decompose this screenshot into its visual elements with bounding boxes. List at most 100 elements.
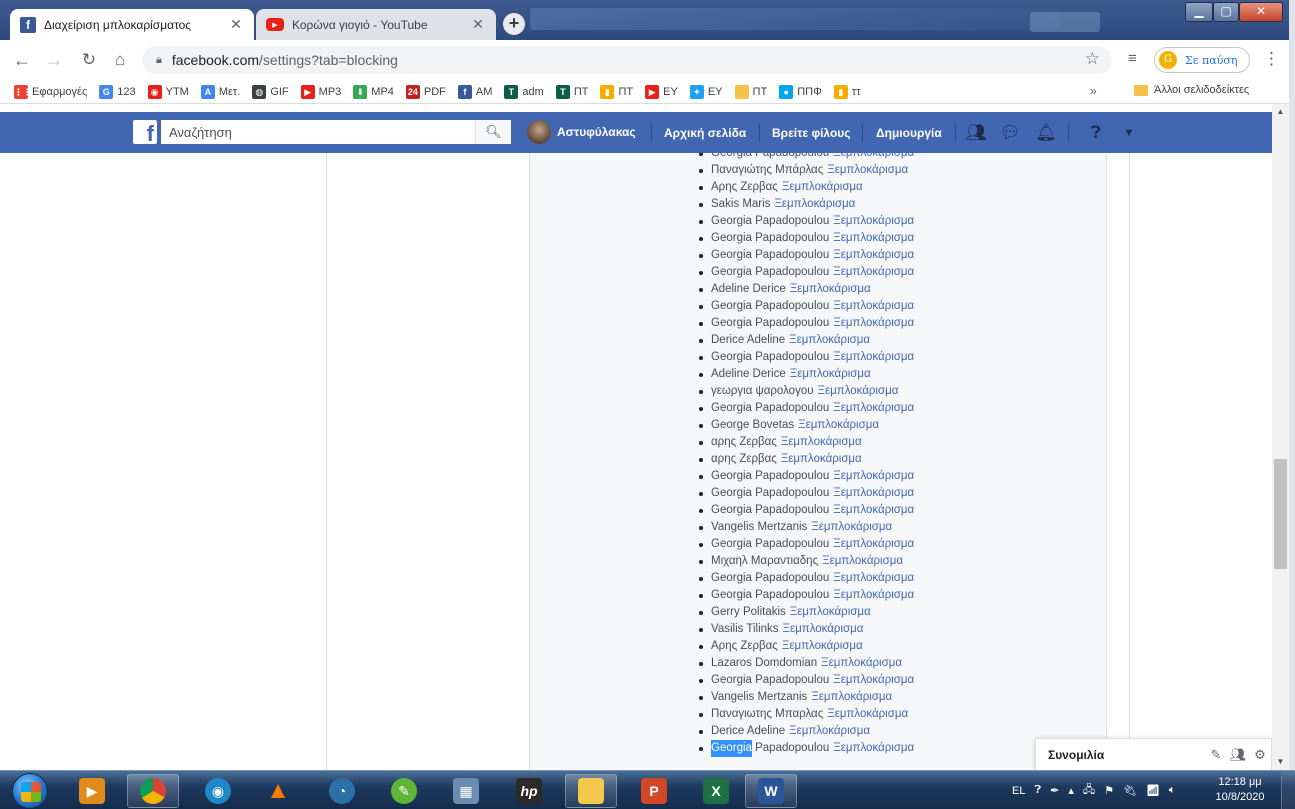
search-input[interactable] <box>161 120 461 144</box>
reading-list-icon[interactable]: ≡ <box>1128 50 1137 67</box>
unblock-link[interactable]: Ξεμπλοκάρισμα <box>811 689 892 706</box>
unblock-link[interactable]: Ξεμπλοκάρισμα <box>833 400 914 417</box>
group-icon[interactable]: 👥︎ <box>1227 747 1249 763</box>
taskbar-app[interactable]: ◔ <box>316 774 368 808</box>
show-desktop-button[interactable] <box>1281 771 1295 809</box>
nav-create-link[interactable]: Δημιουργία <box>876 126 942 140</box>
window-close-button[interactable]: ✕ <box>1239 2 1283 22</box>
chevron-up-icon[interactable]: ▴ <box>1068 784 1074 797</box>
unblock-link[interactable]: Ξεμπλοκάρισμα <box>821 655 902 672</box>
tab-youtube[interactable]: ▶ Κορώνα γιογιό - YouTube ✕ <box>256 9 496 40</box>
close-icon[interactable]: ✕ <box>228 16 244 33</box>
flag-icon[interactable]: ⚑ <box>1104 784 1114 797</box>
scroll-down-arrow-icon[interactable]: ▼ <box>1272 754 1289 770</box>
chat-sidebar-bar[interactable]: Συνομιλία ✎ 👥︎ ⚙ <box>1035 738 1272 770</box>
nav-find-friends-link[interactable]: Βρείτε φίλους <box>772 126 851 140</box>
taskbar-browser[interactable]: ◉ <box>192 774 244 808</box>
unblock-link[interactable]: Ξεμπλοκάρισμα <box>833 672 914 689</box>
taskbar-chrome[interactable] <box>127 774 179 808</box>
help-icon[interactable]: ❓︎ <box>1034 784 1041 797</box>
bookmark-item[interactable]: ● ΠΠΦ <box>779 84 822 99</box>
unblock-link[interactable]: Ξεμπλοκάρισμα <box>811 519 892 536</box>
bookmark-item[interactable]: ✦ ΕΥ <box>689 84 723 99</box>
pen-icon[interactable]: ✒︎ <box>1050 784 1059 797</box>
vertical-scrollbar[interactable]: ▲ ▼ <box>1272 104 1289 770</box>
unblock-link[interactable]: Ξεμπλοκάρισμα <box>781 451 862 468</box>
signal-icon[interactable]: 📶︎ <box>1146 784 1160 797</box>
taskbar-vlc[interactable]: ▲ <box>252 774 304 808</box>
back-arrow-icon[interactable]: ← <box>10 48 34 72</box>
scroll-up-arrow-icon[interactable]: ▲ <box>1272 104 1289 120</box>
unblock-link[interactable]: Ξεμπλοκάρισμα <box>833 349 914 366</box>
bookmark-item[interactable]: T ΠΤ <box>555 84 588 99</box>
volume-icon[interactable]: 🔈︎ <box>1169 784 1176 797</box>
bookmark-item[interactable]: ◍ GIF <box>252 84 289 99</box>
taskbar-hp[interactable]: hp <box>503 774 555 808</box>
unblock-link[interactable]: Ξεμπλοκάρισμα <box>789 723 870 740</box>
profile-link[interactable]: Αστυφύλακας <box>527 120 636 144</box>
compose-icon[interactable]: ✎ <box>1205 747 1227 763</box>
nav-home-link[interactable]: Αρχική σελίδα <box>664 126 746 140</box>
taskbar-powerpoint[interactable]: P <box>628 774 680 808</box>
unblock-link[interactable]: Ξεμπλοκάρισμα <box>789 332 870 349</box>
unblock-link[interactable]: Ξεμπλοκάρισμα <box>833 230 914 247</box>
unblock-link[interactable]: Ξεμπλοκάρισμα <box>833 502 914 519</box>
minimize-button[interactable]: ▁ <box>1185 2 1213 22</box>
unblock-link[interactable]: Ξεμπλοκάρισμα <box>833 587 914 604</box>
unblock-link[interactable]: Ξεμπλοκάρισμα <box>833 247 914 264</box>
address-bar[interactable]: 🔒︎ facebook.com /settings?tab=blocking ☆ <box>142 46 1112 74</box>
start-button[interactable] <box>12 773 48 809</box>
unblock-link[interactable]: Ξεμπλοκάρισμα <box>833 315 914 332</box>
bookmark-item[interactable]: ΠΤ <box>734 84 767 99</box>
messenger-icon[interactable]: 💬︎ <box>999 122 1021 144</box>
bookmark-item[interactable]: ▶ MP3 <box>300 84 341 99</box>
bookmark-item[interactable]: 24 PDF <box>405 84 446 99</box>
clock[interactable]: 12:18 μμ 10/8/2020 <box>1208 775 1272 805</box>
forward-arrow-icon[interactable]: → <box>42 48 66 72</box>
tab-blocking-settings[interactable]: f Διαχείριση μπλοκαρίσματος ✕ <box>10 9 254 40</box>
unblock-link[interactable]: Ξεμπλοκάρισμα <box>833 485 914 502</box>
taskbar-excel[interactable]: X <box>690 774 742 808</box>
bookmark-item[interactable]: ▮ ΠΤ <box>600 84 633 99</box>
unblock-link[interactable]: Ξεμπλοκάρισμα <box>782 638 863 655</box>
friend-requests-icon[interactable]: 👥︎ <box>965 122 987 144</box>
unblock-link[interactable]: Ξεμπλοκάρισμα <box>798 417 879 434</box>
network-icon[interactable]: 🖧︎ <box>1083 781 1095 800</box>
unblock-link[interactable]: Ξεμπλοκάρισμα <box>833 298 914 315</box>
bookmark-item[interactable]: ◉ YTM <box>147 84 189 99</box>
maximize-button[interactable]: ▢ <box>1213 2 1239 22</box>
bookmark-item[interactable]: ⋮⋮ Εφαρμογές <box>14 84 87 99</box>
unblock-link[interactable]: Ξεμπλοκάρισμα <box>827 162 908 179</box>
bookmark-item[interactable]: G 123 <box>99 84 136 99</box>
taskbar-media-player[interactable]: ▶ <box>66 774 118 808</box>
unblock-link[interactable]: Ξεμπλοκάρισμα <box>833 213 914 230</box>
unblock-link[interactable]: Ξεμπλοκάρισμα <box>782 179 863 196</box>
taskbar-calculator[interactable]: ▦ <box>440 774 492 808</box>
unblock-link[interactable]: Ξεμπλοκάρισμα <box>833 570 914 587</box>
bookmark-item[interactable]: ▶ ΕΥ <box>645 84 678 99</box>
bookmark-item[interactable]: ⬇ MP4 <box>353 84 394 99</box>
power-icon[interactable]: 🔌︎ <box>1123 784 1137 797</box>
unblock-link[interactable]: Ξεμπλοκάρισμα <box>833 536 914 553</box>
facebook-logo-icon[interactable]: f <box>133 120 157 146</box>
unblock-link[interactable]: Ξεμπλοκάρισμα <box>783 621 864 638</box>
unblock-link[interactable]: Ξεμπλοκάρισμα <box>790 281 871 298</box>
taskbar-explorer[interactable] <box>565 774 617 808</box>
home-icon[interactable]: ⌂ <box>108 48 132 72</box>
unblock-link[interactable]: Ξεμπλοκάρισμα <box>833 740 914 757</box>
unblock-link[interactable]: Ξεμπλοκάρισμα <box>827 706 908 723</box>
unblock-link[interactable]: Ξεμπλοκάρισμα <box>833 153 914 162</box>
chevron-down-icon[interactable]: ▼ <box>1118 122 1140 144</box>
taskbar-app[interactable]: ✎ <box>378 774 430 808</box>
unblock-link[interactable]: Ξεμπλοκάρισμα <box>790 366 871 383</box>
search-icon[interactable]: 🔍︎ <box>475 120 511 144</box>
new-tab-button[interactable]: + <box>503 13 525 35</box>
scrollbar-thumb[interactable] <box>1274 459 1287 569</box>
unblock-link[interactable]: Ξεμπλοκάρισμα <box>790 604 871 621</box>
help-icon[interactable]: ❓︎ <box>1085 122 1107 144</box>
menu-kebab-icon[interactable]: ⋮ <box>1263 49 1280 69</box>
bookmarks-overflow-button[interactable]: » <box>1090 84 1097 98</box>
unblock-link[interactable]: Ξεμπλοκάρισμα <box>833 468 914 485</box>
bookmark-item[interactable]: A Μετ. <box>200 84 240 99</box>
unblock-link[interactable]: Ξεμπλοκάρισμα <box>774 196 855 213</box>
